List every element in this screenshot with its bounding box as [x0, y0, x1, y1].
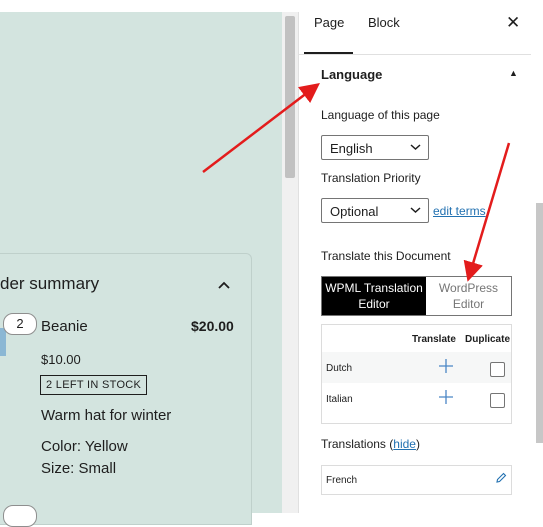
- duplicate-column-header: Duplicate: [465, 334, 511, 345]
- active-tab-indicator: [304, 52, 353, 54]
- priority-select[interactable]: Optional: [321, 198, 429, 223]
- product-description: Warm hat for winter: [41, 407, 172, 424]
- plus-icon[interactable]: [439, 389, 453, 407]
- canvas-scrollbar-thumb[interactable]: [285, 16, 295, 178]
- product-unit-price: $10.00: [41, 352, 81, 367]
- hide-link[interactable]: hide: [393, 437, 416, 451]
- translations-label-text: Translations: [321, 437, 386, 451]
- language-label: Language of this page: [321, 108, 440, 122]
- translate-column-header: Translate: [412, 334, 456, 345]
- chevron-down-icon: [410, 136, 421, 161]
- language-name-dutch: Dutch: [326, 363, 353, 374]
- tab-page[interactable]: Page: [314, 15, 344, 30]
- duplicate-checkbox-dutch[interactable]: [490, 362, 505, 377]
- translate-document-label: Translate this Document: [321, 249, 451, 263]
- chevron-up-icon[interactable]: [218, 276, 230, 292]
- edit-terms-link[interactable]: edit terms: [433, 204, 486, 218]
- product-size: Size: Small: [41, 460, 117, 477]
- tab-block[interactable]: Block: [368, 15, 400, 30]
- product-name: Beanie: [41, 318, 88, 335]
- language-select-value: English: [330, 141, 373, 156]
- quantity-badge: 2: [3, 313, 37, 335]
- language-name-italian: Italian: [326, 394, 353, 405]
- priority-label: Translation Priority: [321, 171, 421, 185]
- stock-badge: 2 LEFT IN STOCK: [40, 375, 148, 395]
- wpml-editor-option[interactable]: WPML Translation Editor: [322, 277, 426, 315]
- wordpress-editor-option[interactable]: WordPress Editor: [426, 277, 511, 315]
- close-icon[interactable]: ✕: [506, 13, 520, 33]
- top-bar: [0, 0, 543, 12]
- translation-language-french: French: [326, 475, 358, 486]
- product-price: $20.00: [191, 318, 234, 334]
- language-select[interactable]: English: [321, 135, 429, 160]
- translations-label: Translations (hide): [321, 437, 420, 451]
- order-summary-title: der summary: [0, 274, 100, 293]
- duplicate-checkbox-italian[interactable]: [490, 393, 505, 408]
- chevron-down-icon: [410, 199, 421, 224]
- sidebar-scrollbar-thumb[interactable]: [536, 203, 543, 443]
- chevron-up-icon[interactable]: ▲: [509, 68, 518, 78]
- language-section-title[interactable]: Language: [321, 67, 382, 82]
- plus-icon[interactable]: [439, 358, 453, 376]
- quantity-badge: [3, 505, 37, 527]
- priority-select-value: Optional: [330, 204, 379, 219]
- pencil-icon[interactable]: [495, 472, 507, 487]
- product-color: Color: Yellow: [41, 438, 128, 455]
